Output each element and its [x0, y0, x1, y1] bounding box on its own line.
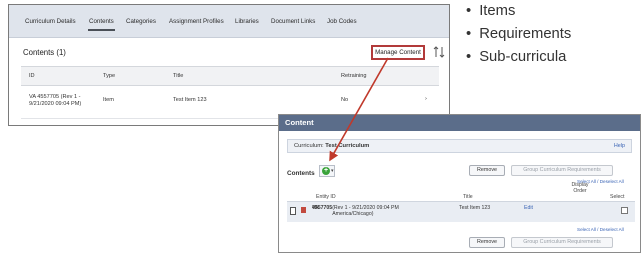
table-row: VA 4557705 (Rev 1 - 9/21/2020 09:04 PM A… — [287, 201, 635, 222]
col-select: Select — [610, 194, 625, 200]
manage-content-button[interactable]: Manage Content — [371, 45, 425, 60]
delete-icon[interactable] — [301, 207, 306, 213]
contents-table: ID Type Title Retraining VA 4557705 (Rev… — [21, 66, 439, 119]
bullet-items: Items — [466, 0, 571, 23]
select-all-links-bottom[interactable]: Select All / Deselect All — [577, 227, 624, 232]
tab-bar: Curriculum Details Contents Categories A… — [9, 5, 449, 38]
tab-assignment-profiles[interactable]: Assignment Profiles — [169, 18, 224, 25]
col-entity-id: Entity ID — [316, 194, 336, 200]
tab-job-codes[interactable]: Job Codes — [327, 18, 357, 25]
col-display-order: Display Order — [571, 182, 589, 194]
table-header: ID Type Title Retraining — [21, 66, 439, 86]
content-types-list: Items Requirements Sub-curricula — [466, 0, 571, 69]
tab-curriculum-details[interactable]: Curriculum Details — [25, 18, 76, 25]
help-link[interactable]: Help — [614, 143, 625, 149]
group-requirements-button-bottom[interactable]: Group Curriculum Requirements — [511, 237, 613, 248]
col-id: ID — [29, 73, 35, 79]
tab-document-links[interactable]: Document Links — [271, 18, 315, 25]
row-title: Test Item 123 — [173, 97, 207, 103]
curriculum-label: Curriculum: Test Curriculum — [294, 143, 370, 149]
chevron-down-icon: ▾ — [331, 168, 334, 174]
col-type: Type — [103, 73, 116, 79]
col-title: Title — [173, 73, 184, 79]
contents-section-title: Contents (1) — [23, 48, 66, 57]
manage-content-dialog: Content Curriculum: Test Curriculum Help… — [278, 114, 641, 253]
chevron-right-icon[interactable]: › — [425, 96, 427, 102]
plus-icon: + — [322, 167, 330, 175]
curriculum-bar: Curriculum: Test Curriculum Help — [287, 139, 632, 153]
dialog-title: Content — [279, 115, 640, 131]
select-checkbox[interactable] — [621, 207, 628, 214]
tab-contents[interactable]: Contents — [88, 18, 115, 31]
bullet-sub-curricula: Sub-curricula — [466, 46, 571, 69]
document-icon[interactable] — [290, 207, 296, 215]
curriculum-name: Test Curriculum — [325, 143, 370, 149]
contents-label: Contents — [287, 170, 315, 177]
entity-id: VA 4557705 (Rev 1 - 9/21/2020 09:04 PM A… — [312, 205, 399, 217]
entity-title: Test Item 123 — [459, 205, 491, 211]
row-type: Item — [103, 97, 114, 103]
edit-link[interactable]: Edit — [524, 205, 533, 211]
tab-libraries[interactable]: Libraries — [235, 18, 259, 25]
sort-icon[interactable] — [433, 45, 445, 59]
remove-button-top[interactable]: Remove — [469, 165, 505, 176]
group-requirements-button-top[interactable]: Group Curriculum Requirements — [511, 165, 613, 176]
col-retraining: Retraining — [341, 73, 367, 79]
bullet-requirements: Requirements — [466, 23, 571, 46]
remove-button-bottom[interactable]: Remove — [469, 237, 505, 248]
add-content-button[interactable]: + ▾ — [319, 165, 335, 177]
col-title: Title — [463, 194, 473, 200]
curriculum-contents-panel: Curriculum Details Contents Categories A… — [8, 4, 450, 126]
row-retraining: No — [341, 97, 349, 103]
row-id: VA 4557705 (Rev 1 - 9/21/2020 09:04 PM) — [29, 94, 82, 107]
tab-categories[interactable]: Categories — [126, 18, 156, 25]
